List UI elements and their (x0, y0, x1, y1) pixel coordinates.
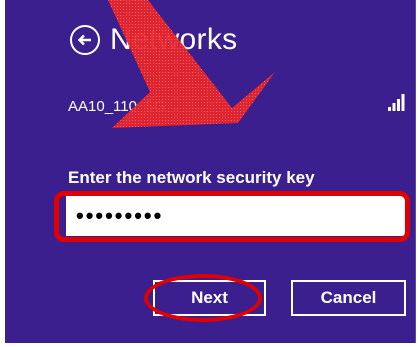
back-button[interactable] (70, 25, 100, 55)
back-arrow-icon (77, 34, 91, 46)
network-name: AA10_110_5G (68, 98, 166, 115)
cancel-button[interactable]: Cancel (291, 280, 406, 316)
signal-bars-icon (388, 94, 405, 111)
next-button[interactable]: Next (153, 280, 266, 316)
networks-flyout-panel: Networks AA10_110_5G Enter the network s… (5, 0, 416, 343)
header: Networks (70, 20, 237, 60)
page-title: Networks (110, 23, 238, 56)
security-key-prompt: Enter the network security key (68, 168, 315, 187)
security-key-value: ••••••••• (76, 203, 164, 228)
security-key-input[interactable]: ••••••••• (66, 196, 406, 236)
